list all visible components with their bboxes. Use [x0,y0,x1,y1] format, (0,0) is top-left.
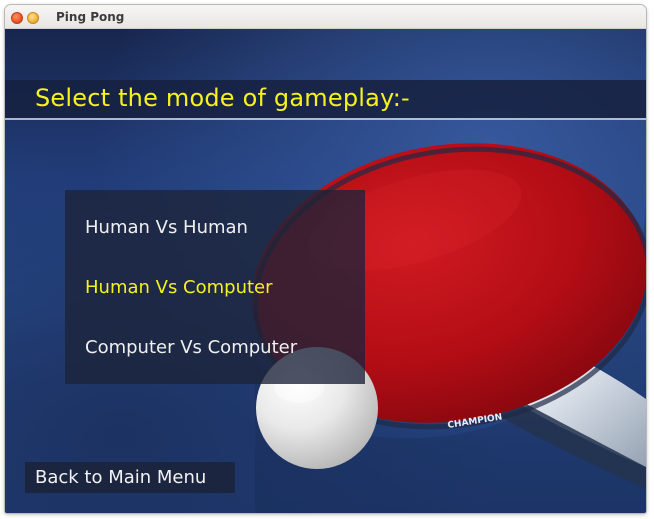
window-title: Ping Pong [56,10,125,24]
mode-human-vs-human-option[interactable]: Human Vs Human [85,217,248,238]
page-title: Select the mode of gameplay:- [35,84,410,112]
back-to-main-menu-button[interactable]: Back to Main Menu [25,462,235,493]
mode-computer-vs-computer-option[interactable]: Computer Vs Computer [85,337,297,358]
minimize-window-button[interactable] [27,12,39,24]
header-divider [5,118,646,120]
title-bar: Ping Pong [5,5,646,29]
close-window-button[interactable] [11,12,23,24]
app-window: Ping Pong CHAMPION Select the mode of ga… [5,5,646,513]
gameplay-mode-menu: Human Vs Human Human Vs Computer Compute… [65,190,365,384]
mode-human-vs-computer-option[interactable]: Human Vs Computer [85,277,273,298]
game-area: CHAMPION Select the mode of gameplay:- H… [5,29,646,513]
